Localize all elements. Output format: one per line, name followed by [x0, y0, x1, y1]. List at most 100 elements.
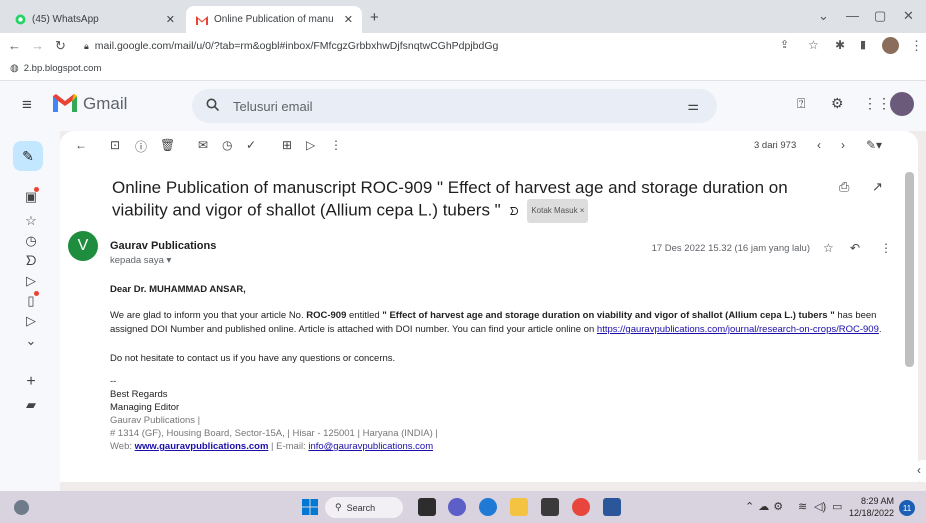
important-icon[interactable]: ᗤ	[24, 253, 38, 269]
search-options-icon[interactable]: ⚌	[687, 98, 699, 114]
apps-grid-icon[interactable]: ⋮⋮	[863, 95, 891, 112]
article-id: ROC-909	[306, 310, 347, 321]
globe-icon: ◍	[10, 63, 19, 74]
whatsapp-icon	[14, 14, 26, 26]
sent-icon[interactable]: ▷	[24, 273, 38, 289]
important-marker-icon[interactable]: ᗤ	[509, 206, 518, 218]
tab-gmail[interactable]: Online Publication of manuscript ✕	[186, 6, 362, 33]
search-icon: ⚲	[335, 502, 342, 512]
add-task-icon[interactable]: ✓	[246, 138, 256, 152]
url-field[interactable]: 🔒︎ mail.google.com/mail/u/0/?tab=rm&ogbl…	[84, 36, 864, 56]
scrollbar-thumb[interactable]	[905, 172, 914, 367]
more-options-icon[interactable]: ⋮	[330, 138, 342, 152]
taskbar-search[interactable]: ⚲ Search	[325, 497, 403, 518]
battery-icon[interactable]: ▭	[832, 500, 842, 513]
input-tools-icon[interactable]: ✎▾	[866, 138, 882, 152]
gmail-header: ≡ Gmail Telusuri email ⚌ ⍰ ⚙ ⋮⋮	[0, 81, 926, 131]
signature-company: Gaurav Publications |	[110, 415, 201, 426]
minimize-icon[interactable]: —	[846, 8, 859, 23]
tab-whatsapp[interactable]: (45) WhatsApp ✕	[4, 6, 184, 33]
move-to-icon[interactable]: ⊞	[282, 138, 292, 152]
profile-avatar[interactable]	[882, 37, 899, 54]
star-icon[interactable]: ☆	[823, 241, 834, 255]
compose-button[interactable]: ✎	[13, 141, 43, 171]
label-tag-icon[interactable]: ▰	[24, 397, 38, 413]
recipient-details[interactable]: kepada saya ▾	[110, 255, 171, 266]
clock[interactable]: 8:29 AM 12/18/2022	[846, 495, 894, 519]
para1-text: entitled	[349, 310, 380, 321]
labels-icon[interactable]: ▷	[306, 138, 315, 152]
windows-start-icon[interactable]	[302, 499, 318, 518]
reply-icon[interactable]: ↶	[850, 241, 860, 255]
url-text: mail.google.com/mail/u/0/?tab=rm&ogbl#in…	[94, 40, 499, 52]
share-icon[interactable]: ⇪	[780, 38, 789, 51]
browser-menu-icon[interactable]: ⋮	[910, 38, 923, 54]
edge-icon[interactable]	[479, 498, 497, 516]
restore-icon[interactable]: ▢	[874, 8, 886, 24]
message-more-icon[interactable]: ⋮	[880, 241, 892, 255]
back-icon[interactable]: ←	[8, 38, 21, 53]
lock-icon: 🔒︎	[84, 40, 89, 51]
mark-unread-icon[interactable]: ✉	[198, 138, 208, 152]
forward-icon[interactable]: →	[31, 38, 44, 53]
back-to-inbox-icon[interactable]: ←	[75, 138, 87, 152]
notification-badge[interactable]: 11	[899, 500, 915, 516]
website-link[interactable]: www.gauravpublications.com	[135, 441, 269, 452]
inbox-label-chip[interactable]: Kotak Masuk ×	[527, 199, 589, 223]
report-spam-icon[interactable]: ⓘ	[135, 138, 147, 155]
delete-icon[interactable]: 🗑︎	[160, 138, 175, 152]
chrome-icon[interactable]	[572, 498, 590, 516]
close-window-icon[interactable]: ✕	[903, 8, 914, 24]
drafts-icon[interactable]: ▯	[24, 291, 39, 309]
label-icon[interactable]: ▷	[24, 313, 38, 329]
inbox-icon[interactable]: ▣	[24, 187, 39, 205]
greeting: Dear Dr. MUHAMMAD ANSAR,	[110, 284, 246, 295]
older-icon[interactable]: ›	[841, 138, 845, 152]
system-tray-icons[interactable]: ⌃☁⚙	[745, 500, 787, 513]
email-link[interactable]: info@gauravpublications.com	[308, 441, 433, 452]
snooze-icon[interactable]: ◷	[222, 138, 232, 152]
wifi-icon[interactable]: ≋	[798, 500, 807, 513]
signature-separator: --	[110, 376, 117, 387]
bookmark-item[interactable]: ◍ 2.bp.blogspot.com	[10, 63, 101, 74]
newer-icon[interactable]: ‹	[817, 138, 821, 152]
body-paragraph-1: We are glad to inform you that your arti…	[110, 309, 900, 337]
side-panel-toggle-icon[interactable]: ‹	[913, 460, 926, 482]
search-bar[interactable]: Telusuri email ⚌	[192, 89, 717, 123]
sender-name[interactable]: Gaurav Publications	[110, 240, 216, 252]
help-icon[interactable]: ⍰	[797, 95, 805, 112]
tab-search-icon[interactable]: ⌄	[818, 8, 829, 24]
sender-avatar[interactable]: V	[68, 231, 98, 261]
reload-icon[interactable]: ↻	[55, 38, 66, 54]
main-menu-icon[interactable]: ≡	[22, 95, 32, 115]
side-panel-icon[interactable]: ▮	[860, 38, 866, 51]
weather-icon[interactable]	[14, 500, 29, 515]
gmail-logo-icon[interactable]	[53, 93, 77, 115]
starred-icon[interactable]: ☆	[24, 213, 38, 229]
volume-icon[interactable]: ◁)	[814, 500, 826, 513]
bookmarks-bar: ◍ 2.bp.blogspot.com	[0, 59, 926, 81]
file-explorer-icon[interactable]	[510, 498, 528, 516]
para1-end: .	[878, 324, 882, 335]
task-view-icon[interactable]	[418, 498, 436, 516]
gmail-icon	[196, 14, 208, 26]
extensions-icon[interactable]: ✱	[835, 38, 845, 52]
teams-icon[interactable]	[448, 498, 466, 516]
account-avatar[interactable]	[890, 92, 914, 116]
store-icon[interactable]	[541, 498, 559, 516]
print-icon[interactable]: ⎙	[839, 179, 849, 195]
settings-icon[interactable]: ⚙	[831, 95, 844, 112]
word-icon[interactable]	[603, 498, 621, 516]
new-tab-button[interactable]: +	[370, 9, 379, 26]
close-tab-icon[interactable]: ✕	[344, 13, 353, 26]
close-tab-icon[interactable]: ✕	[166, 13, 175, 26]
article-link[interactable]: https://gauravpublications.com/journal/r…	[597, 324, 879, 335]
signature-role: Managing Editor	[110, 402, 180, 413]
bookmark-star-icon[interactable]: ☆	[808, 38, 819, 52]
snoozed-icon[interactable]: ◷	[24, 233, 38, 249]
more-chevron-icon[interactable]: ⌄	[24, 333, 38, 349]
add-label-icon[interactable]: +	[24, 373, 38, 391]
search-icon	[206, 98, 220, 114]
open-new-window-icon[interactable]: ↗	[872, 179, 883, 195]
archive-icon[interactable]: ⊡	[110, 138, 120, 152]
